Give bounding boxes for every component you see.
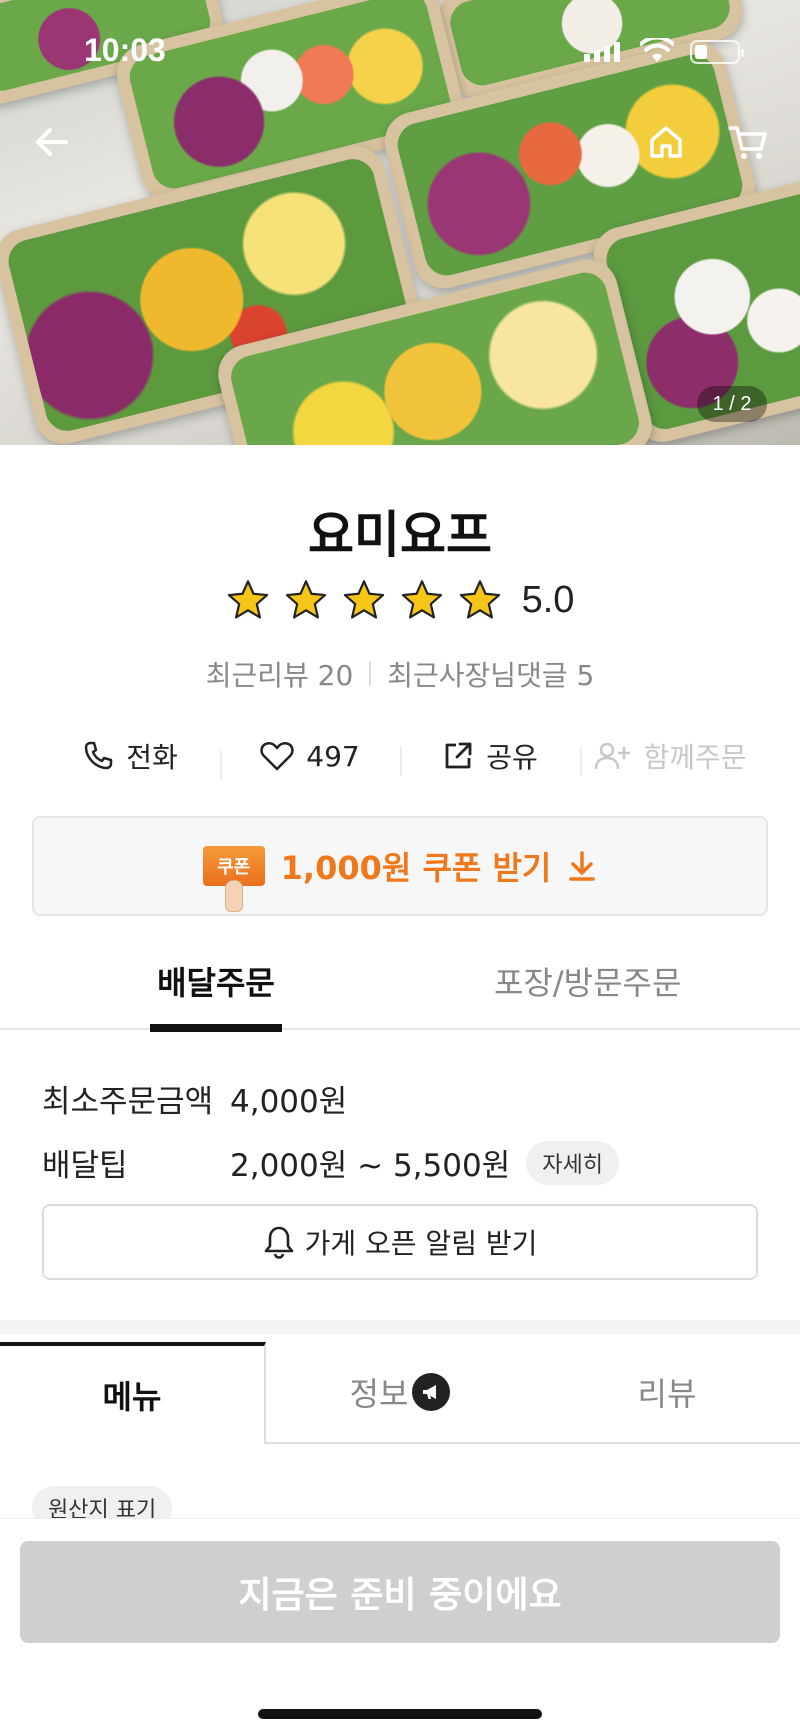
like-count: 497 bbox=[306, 739, 360, 773]
star-icon bbox=[343, 580, 384, 619]
divider bbox=[369, 662, 372, 686]
owner-replies-link[interactable]: 최근사장님댓글 5 bbox=[387, 654, 594, 694]
bell-icon bbox=[264, 1226, 293, 1259]
tab-menu[interactable]: 메뉴 bbox=[0, 1342, 266, 1444]
store-hero-image[interactable]: 10:03 1 / 2 bbox=[0, 0, 800, 445]
hand-pointer-icon bbox=[224, 880, 243, 912]
star-icon bbox=[459, 580, 500, 619]
home-indicator bbox=[258, 1709, 542, 1719]
add-person-icon bbox=[595, 742, 631, 770]
min-order-label: 최소주문금액 bbox=[42, 1084, 214, 1120]
share-label: 공유 bbox=[486, 741, 538, 774]
min-order-row: 최소주문금액 4,000원 bbox=[42, 1076, 347, 1121]
coupon-download-button[interactable]: 쿠폰 1,000원 쿠폰 받기 bbox=[32, 816, 768, 916]
tab-delivery-order[interactable]: 배달주문 bbox=[150, 958, 282, 1032]
group-order-label: 함께주문 bbox=[643, 741, 747, 774]
tab-review-label: 리뷰 bbox=[637, 1375, 697, 1413]
recent-reviews-link[interactable]: 최근리뷰 20 bbox=[206, 654, 354, 694]
preparing-button[interactable]: 지금은 준비 중이에요 bbox=[20, 1541, 780, 1643]
call-button[interactable]: 전화 bbox=[40, 736, 220, 776]
star-icon bbox=[401, 580, 442, 619]
store-actions: 전화 497 공유 함께주문 bbox=[40, 730, 760, 782]
signal-icon bbox=[584, 42, 620, 62]
heart-icon bbox=[260, 742, 294, 771]
coupon-tag-label: 쿠폰 bbox=[217, 857, 251, 878]
back-arrow-icon[interactable] bbox=[28, 118, 76, 166]
image-page-indicator: 1 / 2 bbox=[697, 386, 767, 422]
rating-value: 5.0 bbox=[521, 578, 575, 621]
tab-pickup-order[interactable]: 포장/방문주문 bbox=[494, 958, 681, 1004]
main-tabs: 메뉴 정보 리뷰 bbox=[0, 1342, 800, 1444]
bottom-bar: 지금은 준비 중이에요 bbox=[0, 1518, 800, 1732]
cart-icon[interactable] bbox=[724, 118, 772, 166]
wifi-icon bbox=[640, 38, 674, 62]
delivery-tip-row: 배달팁 2,000원 ~ 5,500원 자세히 bbox=[42, 1140, 619, 1185]
delivery-tip-detail-button[interactable]: 자세히 bbox=[526, 1140, 619, 1185]
rating-row: 5.0 bbox=[0, 578, 800, 622]
battery-icon bbox=[690, 40, 744, 64]
star-icon bbox=[285, 580, 326, 619]
coupon-tag-icon: 쿠폰 bbox=[202, 846, 265, 912]
tab-menu-label: 메뉴 bbox=[102, 1378, 162, 1416]
open-alarm-button[interactable]: 가게 오픈 알림 받기 bbox=[42, 1204, 758, 1280]
delivery-tip-label: 배달팁 bbox=[42, 1148, 128, 1184]
section-divider bbox=[0, 1320, 800, 1334]
review-summary: 최근리뷰 20 최근사장님댓글 5 bbox=[0, 654, 800, 694]
tab-info-label: 정보 bbox=[349, 1375, 409, 1413]
download-arrow-icon bbox=[569, 851, 596, 881]
status-time: 10:03 bbox=[84, 32, 166, 68]
status-bar: 10:03 bbox=[0, 0, 800, 100]
megaphone-icon bbox=[412, 1373, 451, 1411]
like-button[interactable]: 497 bbox=[220, 739, 400, 780]
delivery-tip-value: 2,000원 ~ 5,500원 bbox=[230, 1148, 511, 1184]
tab-review[interactable]: 리뷰 bbox=[534, 1342, 800, 1444]
coupon-label: 1,000원 쿠폰 받기 bbox=[280, 849, 552, 887]
store-name: 요미요프 bbox=[308, 506, 492, 564]
order-type-tabs: 배달주문 포장/방문주문 bbox=[0, 950, 800, 1032]
call-label: 전화 bbox=[126, 741, 178, 774]
phone-icon bbox=[84, 741, 113, 770]
star-icon bbox=[227, 580, 268, 619]
share-button[interactable]: 공유 bbox=[400, 736, 580, 776]
min-order-value: 4,000원 bbox=[230, 1084, 348, 1120]
tab-info[interactable]: 정보 bbox=[266, 1342, 534, 1444]
home-icon[interactable] bbox=[642, 118, 690, 166]
share-icon bbox=[445, 742, 472, 769]
open-alarm-label: 가게 오픈 알림 받기 bbox=[304, 1227, 538, 1260]
group-order-button[interactable]: 함께주문 bbox=[580, 736, 760, 776]
